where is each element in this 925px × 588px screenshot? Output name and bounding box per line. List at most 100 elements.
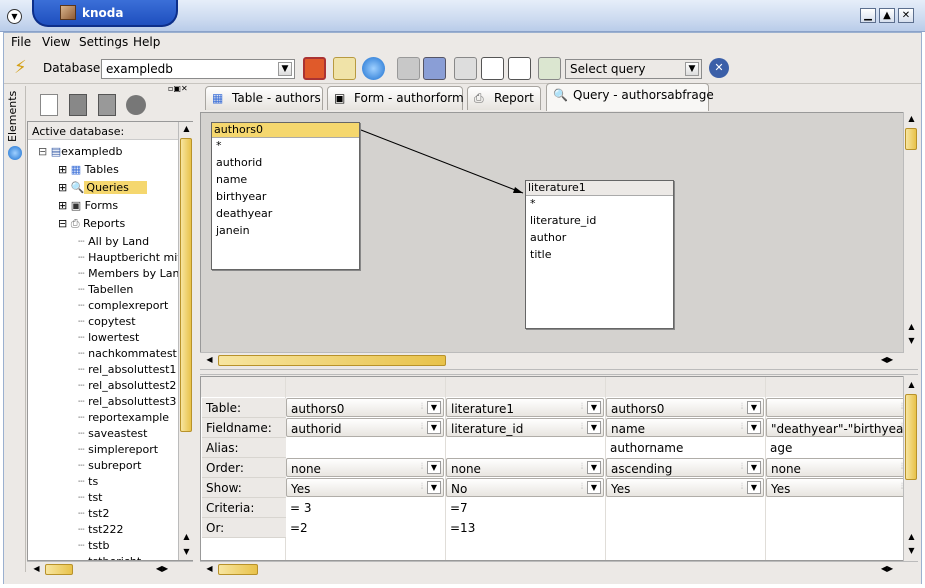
tree-item-tables[interactable]: ⊞ ▦ Tables bbox=[58, 163, 119, 176]
grid-cell-table[interactable]: authors0 ⦙ ▼ bbox=[286, 398, 444, 417]
grid-cell-alias[interactable] bbox=[286, 438, 444, 457]
scroll-down-icon[interactable]: ▼ bbox=[904, 334, 919, 348]
report-item[interactable]: ┄ All by Land bbox=[78, 235, 149, 248]
report-item[interactable]: ┄ tstb bbox=[78, 539, 109, 552]
tab-elements[interactable]: Elements bbox=[6, 90, 24, 142]
report-item[interactable]: ┄ reportexample bbox=[78, 411, 169, 424]
save-as-icon[interactable] bbox=[423, 57, 446, 80]
field-item[interactable]: author bbox=[530, 231, 566, 244]
tree-hscroll[interactable]: ◀ ◀▶ bbox=[27, 561, 193, 576]
chevron-down-icon[interactable]: ▼ bbox=[747, 421, 761, 434]
tree-root[interactable]: ⊟ ▤exampledb bbox=[38, 145, 122, 158]
scroll-right-icon[interactable]: ◀▶ bbox=[147, 562, 177, 576]
report-item[interactable]: ┄ rel_absoluttest2 bbox=[78, 379, 176, 392]
chevron-down-icon[interactable]: ▼ bbox=[747, 461, 761, 474]
grid-cell-table[interactable]: ⦙▼ bbox=[766, 398, 903, 417]
query-mode-select[interactable]: Select query ▼ bbox=[565, 59, 702, 79]
grid-cell-or[interactable]: =2 bbox=[286, 518, 444, 537]
save-icon[interactable] bbox=[397, 57, 420, 80]
tree-item-forms[interactable]: ⊞ ▣ Forms bbox=[58, 199, 118, 212]
tab-report[interactable]: ⎙ Report bbox=[467, 86, 541, 110]
grid-cell-field[interactable]: "deathyear"-"birthyear"⦙▼ bbox=[766, 418, 903, 437]
report-item[interactable]: ┄ lowertest bbox=[78, 331, 139, 344]
scroll-thumb[interactable] bbox=[905, 128, 917, 150]
grid-cell-or[interactable] bbox=[606, 518, 764, 537]
delete-document-icon[interactable] bbox=[98, 94, 116, 116]
field-item[interactable]: janein bbox=[216, 224, 250, 237]
designer-hscroll[interactable]: ◀ ◀▶ bbox=[200, 352, 904, 368]
grid-cell-criteria[interactable]: = 3 bbox=[286, 498, 444, 517]
panel-controls-icon[interactable]: ▫▣✕ bbox=[168, 84, 188, 93]
table-box-authors0[interactable]: authors0 * authorid name birthyear death… bbox=[211, 122, 360, 270]
scroll-up-icon[interactable]: ▲ bbox=[179, 122, 194, 136]
gear-icon[interactable] bbox=[8, 146, 22, 160]
grid-cell-criteria[interactable]: =7 bbox=[446, 498, 604, 517]
report-item[interactable]: ┄ nachkommatest bbox=[78, 347, 177, 360]
field-item[interactable]: birthyear bbox=[216, 190, 266, 203]
scroll-up-icon[interactable]: ▲ bbox=[904, 530, 919, 544]
table-box-title[interactable]: authors0 bbox=[212, 123, 359, 138]
scroll-thumb[interactable] bbox=[180, 138, 192, 432]
report-item[interactable]: ┄ tst222 bbox=[78, 523, 123, 536]
scroll-right-icon[interactable]: ◀▶ bbox=[872, 353, 902, 367]
report-item[interactable]: ┄ subreport bbox=[78, 459, 141, 472]
grid-cell-table[interactable]: authors0 ⦙ ▼ bbox=[606, 398, 764, 417]
grid-cell-field[interactable]: literature_id ⦙ ▼ bbox=[446, 418, 604, 437]
scroll-thumb[interactable] bbox=[218, 564, 258, 575]
scroll-down-icon[interactable]: ▼ bbox=[904, 544, 919, 558]
database-select[interactable]: exampledb ▼ bbox=[101, 59, 295, 79]
grid-cell-order[interactable]: none⦙▼ bbox=[446, 458, 604, 477]
report-item[interactable]: ┄ simplereport bbox=[78, 443, 158, 456]
tab-query-authorsabfrage[interactable]: 🔍 Query - authorsabfrage bbox=[546, 83, 714, 111]
close-query-icon[interactable]: ✕ bbox=[709, 58, 729, 78]
grid-cell-show[interactable]: Yes⦙▼ bbox=[286, 478, 444, 497]
field-item[interactable]: literature_id bbox=[530, 214, 596, 227]
chevron-down-icon[interactable]: ▼ bbox=[427, 401, 441, 414]
grid-cell-alias[interactable] bbox=[446, 438, 604, 457]
field-item[interactable]: title bbox=[530, 248, 552, 261]
gear-icon[interactable] bbox=[362, 57, 385, 80]
power-icon[interactable] bbox=[303, 57, 326, 80]
scroll-left-icon[interactable]: ◀ bbox=[202, 562, 217, 576]
table-box-title[interactable]: literature1 bbox=[526, 181, 673, 196]
chevron-down-icon[interactable]: ▼ bbox=[587, 481, 601, 494]
report-item[interactable]: ┄ tst2 bbox=[78, 507, 109, 520]
scroll-thumb[interactable] bbox=[45, 564, 73, 575]
grid-cell-show[interactable]: Yes⦙▼ bbox=[766, 478, 903, 497]
edit-icon[interactable] bbox=[333, 57, 356, 80]
maximize-icon[interactable]: ▲ bbox=[879, 8, 895, 23]
field-item[interactable]: authorid bbox=[216, 156, 262, 169]
field-item[interactable]: * bbox=[530, 197, 536, 210]
splitter-handle[interactable] bbox=[200, 369, 918, 375]
report-item[interactable]: ┄ copytest bbox=[78, 315, 136, 328]
grid-cell-order[interactable]: ascending ⦙ ▼ bbox=[606, 458, 764, 477]
new-document-icon[interactable] bbox=[40, 94, 58, 116]
grid-cell-alias[interactable]: age bbox=[766, 438, 903, 457]
table-box-literature1[interactable]: literature1 * literature_id author title bbox=[525, 180, 674, 329]
grid-cell-table[interactable]: literature1 ⦙ ▼ bbox=[446, 398, 604, 417]
field-item[interactable]: deathyear bbox=[216, 207, 272, 220]
structure-view-icon[interactable] bbox=[481, 57, 504, 80]
close-icon[interactable]: ✕ bbox=[898, 8, 914, 23]
grid-cell-or[interactable]: =13 bbox=[446, 518, 604, 537]
tab-table-authors[interactable]: ▦ Table - authors bbox=[205, 86, 323, 110]
menu-file[interactable]: File bbox=[11, 35, 31, 49]
designer-vscroll[interactable]: ▲ ▲ ▼ bbox=[903, 112, 918, 368]
tree-item-reports[interactable]: ⊟ ⎙ Reports bbox=[58, 217, 125, 231]
report-item[interactable]: ┄ tst bbox=[78, 491, 102, 504]
grid-cell-order[interactable]: none⦙▼ bbox=[766, 458, 903, 477]
scroll-up-icon[interactable]: ▲ bbox=[179, 530, 194, 544]
window-menu-icon[interactable]: ▼ bbox=[7, 9, 22, 24]
chevron-down-icon[interactable]: ▼ bbox=[427, 481, 441, 494]
report-item[interactable]: ┄ complexreport bbox=[78, 299, 168, 312]
open-document-icon[interactable] bbox=[69, 94, 87, 116]
tree-item-queries[interactable]: ⊞ 🔍 Queries bbox=[58, 181, 147, 194]
report-item[interactable]: ┄ Tabellen bbox=[78, 283, 133, 296]
grid-cell-field[interactable]: name ⦙ ▼ bbox=[606, 418, 764, 437]
chevron-down-icon[interactable]: ▼ bbox=[427, 421, 441, 434]
grid-cell-field[interactable]: authorid ⦙ ▼ bbox=[286, 418, 444, 437]
report-item[interactable]: ┄ Members by Lan bbox=[78, 267, 179, 280]
chevron-down-icon[interactable]: ▼ bbox=[587, 401, 601, 414]
chevron-down-icon[interactable]: ▼ bbox=[587, 421, 601, 434]
scroll-left-icon[interactable]: ◀ bbox=[29, 562, 44, 576]
